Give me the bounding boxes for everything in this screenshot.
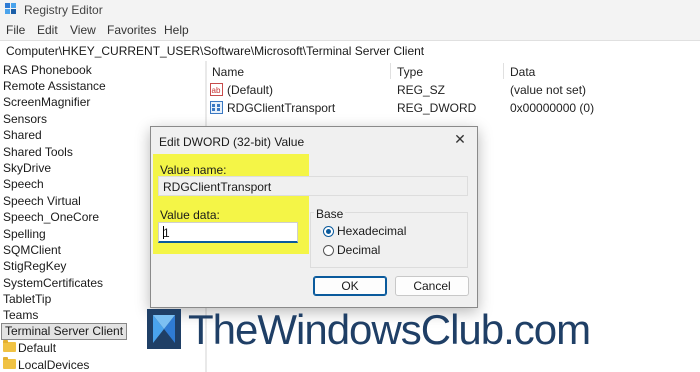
tree-item[interactable]: Spelling <box>3 226 46 242</box>
dialog-title: Edit DWORD (32-bit) Value <box>159 135 305 149</box>
edit-dword-dialog: Edit DWORD (32-bit) Value ✕ Value name: … <box>150 126 478 308</box>
folder-icon <box>3 357 16 369</box>
column-header-type[interactable]: Type <box>397 65 423 79</box>
tree-item[interactable]: ScreenMagnifier <box>3 94 90 110</box>
tree-item[interactable]: Shared Tools <box>3 144 73 160</box>
menu-favorites[interactable]: Favorites <box>107 23 156 37</box>
address-bar[interactable]: Computer\HKEY_CURRENT_USER\Software\Micr… <box>0 40 700 62</box>
value-name: (Default) <box>227 83 274 97</box>
title-bar: Registry Editor <box>0 0 700 20</box>
registry-editor-icon <box>5 3 16 14</box>
tree-item[interactable]: Teams <box>3 307 38 323</box>
base-label: Base <box>314 207 346 221</box>
dword-value-icon <box>210 101 223 114</box>
tree-item[interactable]: SQMClient <box>3 242 61 258</box>
decimal-label[interactable]: Decimal <box>337 243 380 257</box>
column-header-data[interactable]: Data <box>510 65 535 79</box>
tree-item[interactable]: SkyDrive <box>3 160 51 176</box>
menu-edit[interactable]: Edit <box>37 23 58 37</box>
menu-bar: File Edit View Favorites Help <box>0 20 700 40</box>
window-title: Registry Editor <box>24 3 103 17</box>
menu-view[interactable]: View <box>70 23 96 37</box>
value-name-label: Value name: <box>160 163 227 177</box>
value-type: REG_SZ <box>397 83 446 97</box>
tree-item[interactable]: Sensors <box>3 111 47 127</box>
value-data-text: 1 <box>163 226 170 240</box>
menu-help[interactable]: Help <box>164 23 189 37</box>
tree-child-default[interactable]: Default <box>3 340 57 356</box>
tree-item[interactable]: Speech_OneCore <box>3 209 99 225</box>
tree-item[interactable]: StigRegKey <box>3 258 66 274</box>
menu-file[interactable]: File <box>6 23 25 37</box>
watermark: TheWindowsClub.com <box>145 303 591 359</box>
column-divider[interactable] <box>390 63 391 79</box>
folder-icon <box>3 340 16 352</box>
text-caret <box>163 226 164 239</box>
tree-child-label: LocalDevices <box>18 358 90 372</box>
tree-item[interactable]: TabletTip <box>3 291 51 307</box>
value-name-text: RDGClientTransport <box>163 180 272 194</box>
ok-button[interactable]: OK <box>313 276 387 296</box>
tree-item[interactable]: RAS Phonebook <box>3 62 92 78</box>
tree-child-label: Default <box>18 341 57 355</box>
tree-item[interactable]: Speech <box>3 176 44 192</box>
value-data-label: Value data: <box>160 208 220 222</box>
value-data: 0x00000000 (0) <box>510 101 595 115</box>
cancel-button[interactable]: Cancel <box>395 276 469 296</box>
windowsclub-logo-icon <box>147 309 181 349</box>
address-path[interactable]: Computer\HKEY_CURRENT_USER\Software\Micr… <box>6 44 424 58</box>
svg-text:ab: ab <box>212 86 221 95</box>
string-value-icon: ab <box>210 83 223 96</box>
hexadecimal-radio[interactable] <box>323 226 334 237</box>
tree-item[interactable]: Remote Assistance <box>3 78 106 94</box>
hexadecimal-label[interactable]: Hexadecimal <box>337 224 406 238</box>
tree-item[interactable]: SystemCertificates <box>3 275 103 291</box>
tree-child-localdevices[interactable]: LocalDevices <box>3 357 90 372</box>
value-data: (value not set) <box>510 83 587 97</box>
column-divider[interactable] <box>503 63 504 79</box>
column-header-name[interactable]: Name <box>212 65 244 79</box>
value-name: RDGClientTransport <box>227 101 336 115</box>
watermark-text: TheWindowsClub.com <box>188 306 591 353</box>
tree-item-selected[interactable]: Terminal Server Client <box>1 323 128 340</box>
decimal-radio[interactable] <box>323 245 334 256</box>
value-data-input[interactable]: 1 <box>158 222 298 243</box>
value-name-field: RDGClientTransport <box>158 176 468 196</box>
value-type: REG_DWORD <box>397 101 477 115</box>
tree-item[interactable]: Speech Virtual <box>3 193 81 209</box>
tree-item[interactable]: Shared <box>3 127 42 143</box>
close-icon[interactable]: ✕ <box>452 131 468 147</box>
